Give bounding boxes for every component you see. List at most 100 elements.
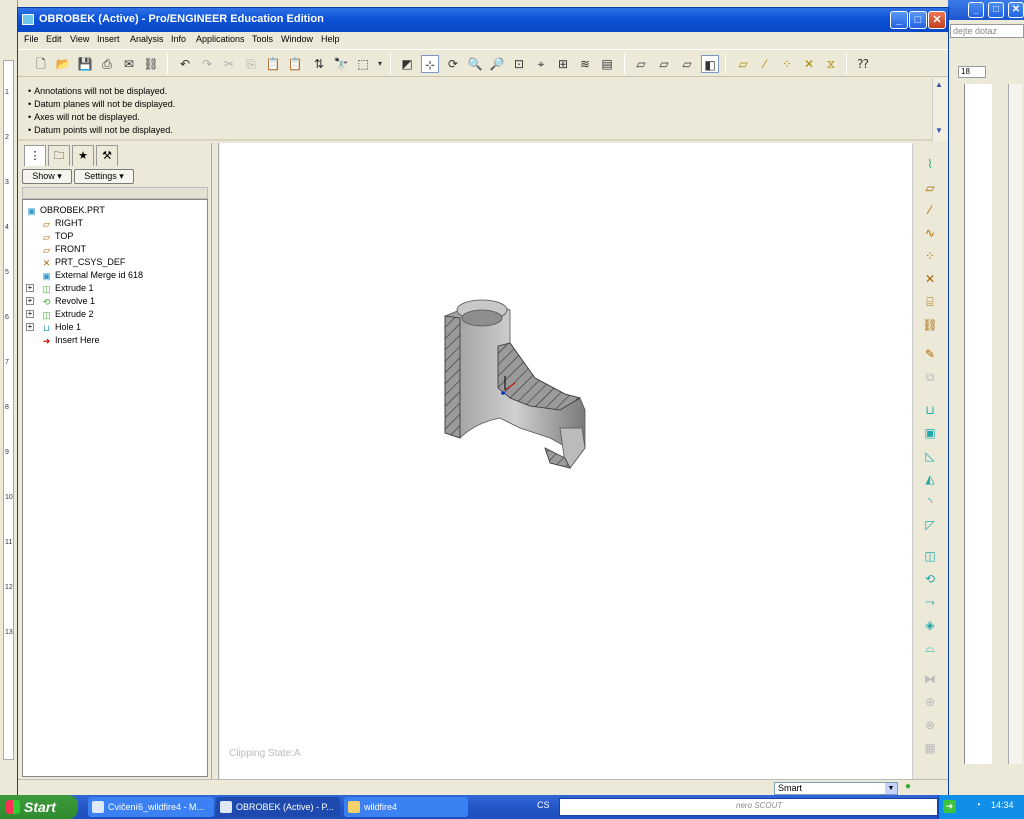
menu-tools[interactable]: Tools: [252, 34, 273, 44]
open-file-icon[interactable]: 📂: [54, 55, 72, 73]
menu-edit[interactable]: Edit: [46, 34, 62, 44]
start-button[interactable]: Start: [0, 795, 78, 819]
minimize-button[interactable]: _: [890, 11, 908, 29]
context-help-icon[interactable]: ⁇: [854, 55, 872, 73]
tree-item-top[interactable]: ▱ TOP: [41, 230, 73, 242]
folder-browser-tab-icon[interactable]: 🗀: [48, 145, 70, 166]
new-file-icon[interactable]: 🗋: [32, 55, 50, 73]
scroll-down-icon[interactable]: ▼: [935, 126, 943, 135]
redo-icon[interactable]: ↷: [198, 55, 216, 73]
settings-button[interactable]: Settings ▾: [74, 169, 134, 184]
bg-close-button[interactable]: ✕: [1008, 2, 1024, 18]
expand-icon[interactable]: +: [26, 297, 34, 305]
zoom-in-icon[interactable]: 🔍: [466, 55, 484, 73]
tree-item-front[interactable]: ▱ FRONT: [41, 243, 86, 255]
scroll-up-icon[interactable]: ▲: [935, 80, 943, 89]
tree-item-revolve-1[interactable]: ⟲ Revolve 1: [41, 295, 95, 307]
no-hidden-icon[interactable]: ▱: [678, 55, 696, 73]
orient-mode-icon[interactable]: ⟳: [444, 55, 462, 73]
send-mail-icon[interactable]: ✉: [120, 55, 138, 73]
sketch-tool-icon[interactable]: ✎: [921, 345, 939, 363]
task-word-document[interactable]: Cvičení6_wildfire4 - M...: [88, 797, 214, 817]
copy-icon[interactable]: ⎘: [242, 55, 260, 73]
mirror-tool-icon[interactable]: ⧓: [921, 670, 939, 688]
paste-special-icon[interactable]: 📋: [286, 55, 304, 73]
menu-insert[interactable]: Insert: [97, 34, 120, 44]
analysis-tool-icon[interactable]: ⌸: [921, 293, 939, 311]
reorient-icon[interactable]: ⌖: [532, 55, 550, 73]
selection-filter[interactable]: Smart ▼: [774, 782, 898, 795]
trim-tool-icon[interactable]: ⊗: [921, 716, 939, 734]
spin-center-icon[interactable]: ⊹: [421, 55, 439, 73]
regenerate-icon[interactable]: ⇅: [310, 55, 328, 73]
nero-search-box[interactable]: nero SCOUT: [559, 798, 938, 816]
message-scrollbar[interactable]: ▲ ▼: [932, 78, 948, 141]
help-question-box[interactable]: dejte dotaz: [950, 24, 1024, 38]
annotations-toggle-icon[interactable]: ⧖: [822, 55, 840, 73]
link-tool-icon[interactable]: ⛓: [921, 316, 939, 334]
saved-views-icon[interactable]: ⊞: [554, 55, 572, 73]
cut-icon[interactable]: ✂: [220, 55, 238, 73]
datum-axes-toggle-icon[interactable]: ⁄: [756, 55, 774, 73]
paste-icon[interactable]: 📋: [264, 55, 282, 73]
shell-tool-icon[interactable]: ▣: [921, 424, 939, 442]
datum-point-tool-icon[interactable]: ⁘: [921, 247, 939, 265]
tree-root[interactable]: ▣ OBROBEK.PRT: [26, 204, 105, 216]
chamfer-tool-icon[interactable]: ◸: [921, 516, 939, 534]
bg-maximize-button[interactable]: □: [988, 2, 1004, 18]
expand-icon[interactable]: +: [26, 310, 34, 318]
datum-curve-tool-icon[interactable]: ∿: [921, 224, 939, 242]
expand-icon[interactable]: +: [26, 323, 34, 331]
zoom-out-icon[interactable]: 🔎: [488, 55, 506, 73]
expand-icon[interactable]: +: [26, 284, 34, 292]
show-button[interactable]: Show ▾: [22, 169, 72, 184]
feature-tool-icon[interactable]: ⧉: [921, 368, 939, 386]
coordinate-systems-toggle-icon[interactable]: ✕: [800, 55, 818, 73]
menu-help[interactable]: Help: [321, 34, 340, 44]
undo-icon[interactable]: ↶: [176, 55, 194, 73]
style-tool-icon[interactable]: ⌓: [921, 639, 939, 657]
menu-window[interactable]: Window: [281, 34, 313, 44]
selection-box-icon[interactable]: ⬚: [354, 55, 372, 73]
task-proe-window[interactable]: OBROBEK (Active) - P...: [216, 797, 340, 817]
tree-item-csys[interactable]: ✕ PRT_CSYS_DEF: [41, 256, 126, 268]
print-icon[interactable]: ⎙: [98, 55, 116, 73]
rib-tool-icon[interactable]: ◺: [921, 447, 939, 465]
background-vertical-scrollbar[interactable]: [1008, 84, 1022, 764]
tree-item-hole-1[interactable]: ⊔ Hole 1: [41, 321, 81, 333]
chevron-down-icon[interactable]: ▼: [885, 783, 897, 794]
close-button[interactable]: ✕: [928, 11, 946, 29]
tree-item-right[interactable]: ▱ RIGHT: [41, 217, 83, 229]
sketch-datum-icon[interactable]: ⌇: [921, 155, 939, 173]
tree-item-extrude-1[interactable]: ◫ Extrude 1: [41, 282, 93, 294]
view-manager-icon[interactable]: ▤: [598, 55, 616, 73]
datum-planes-toggle-icon[interactable]: ▱: [734, 55, 752, 73]
font-size-box[interactable]: 18: [958, 66, 986, 78]
round-tool-icon[interactable]: ◝: [921, 493, 939, 511]
datum-points-toggle-icon[interactable]: ⁘: [778, 55, 796, 73]
repaint-icon[interactable]: ◩: [398, 55, 416, 73]
merge-tool-icon[interactable]: ⊕: [921, 693, 939, 711]
wireframe-icon[interactable]: ▱: [632, 55, 650, 73]
extrude-tool-icon[interactable]: ◫: [921, 547, 939, 565]
pattern-tool-icon[interactable]: ▦: [921, 739, 939, 757]
connections-tab-icon[interactable]: ⚒: [96, 145, 118, 166]
bg-minimize-button[interactable]: _: [968, 2, 984, 18]
hidden-line-icon[interactable]: ▱: [655, 55, 673, 73]
shading-icon[interactable]: ◧: [701, 55, 719, 73]
menu-info[interactable]: Info: [171, 34, 186, 44]
draft-tool-icon[interactable]: ◭: [921, 470, 939, 488]
menu-applications[interactable]: Applications: [196, 34, 245, 44]
find-icon[interactable]: 🔭: [332, 55, 350, 73]
panel-splitter[interactable]: [211, 143, 219, 779]
tree-item-external-merge[interactable]: ▣ External Merge id 618: [41, 269, 143, 281]
favorites-tab-icon[interactable]: ★: [72, 145, 94, 166]
layers-icon[interactable]: ≋: [576, 55, 594, 73]
language-indicator[interactable]: CS: [537, 800, 550, 810]
datum-plane-tool-icon[interactable]: ▱: [921, 179, 939, 197]
variable-sweep-icon[interactable]: ⤳: [921, 593, 939, 611]
tray-arrow-icon[interactable]: ➜: [943, 800, 956, 813]
blend-tool-icon[interactable]: ◈: [921, 616, 939, 634]
title-bar[interactable]: OBROBEK (Active) - Pro/ENGINEER Educatio…: [18, 8, 948, 32]
tree-item-extrude-2[interactable]: ◫ Extrude 2: [41, 308, 93, 320]
